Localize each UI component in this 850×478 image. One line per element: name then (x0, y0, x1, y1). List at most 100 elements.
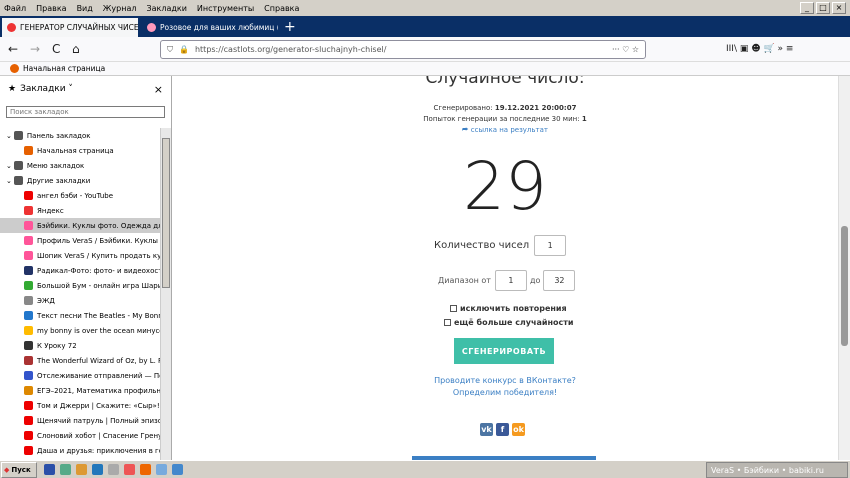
start-button[interactable]: ◆ Пуск (1, 462, 37, 478)
taskbar-window-title: VeraS • Бэйбики • babiki.ru (711, 465, 824, 475)
bookmark-label: The Wonderful Wizard of Oz, by L. Frank (37, 356, 160, 365)
bookmark-item[interactable]: Даша и друзья: приключения в город (0, 443, 160, 458)
bookmark-item[interactable]: ЭЖД (0, 293, 160, 308)
shield-icon[interactable]: ⛉ (167, 45, 173, 55)
bookmark-item[interactable]: Том и Джерри | Скажите: «Сыр»! | WB (0, 398, 160, 413)
generate-button[interactable]: СГЕНЕРИРОВАТЬ (454, 338, 554, 364)
tab-pink-dolls[interactable]: Розовое для ваших любимиц (П × (142, 18, 278, 37)
doll-icon (24, 221, 33, 230)
menu-item-6[interactable]: Справка (264, 4, 299, 13)
menu-icon (13, 161, 23, 170)
bookmark-item[interactable]: my bonny is over the ocean минусовка (0, 323, 160, 338)
quick-launch-icon[interactable] (92, 464, 103, 475)
quick-launch-icon[interactable] (60, 464, 71, 475)
tab-random-generator[interactable]: ГЕНЕРАТОР СЛУЧАЙНЫХ ЧИСЕЛ × (2, 18, 138, 37)
random-result: 29 (463, 148, 547, 225)
bookmark-item[interactable]: ⌄ Меню закладок (0, 158, 160, 173)
vk-icon[interactable]: vk (480, 423, 493, 436)
maximize-button[interactable]: □ (816, 2, 830, 14)
quick-launch-icon[interactable] (140, 464, 151, 475)
bookmark-item[interactable]: Шопик VeraS / Купить продать куклу / (0, 248, 160, 263)
reload-icon[interactable]: C (52, 42, 60, 56)
lock-icon[interactable]: 🔒 (179, 45, 189, 54)
bookmark-item[interactable]: Отслеживание отправлений — Почта (0, 368, 160, 383)
menu-item-3[interactable]: Журнал (103, 4, 137, 13)
exclude-repeats-row[interactable]: исключить повторения (450, 304, 567, 313)
quick-launch-icon[interactable] (172, 464, 183, 475)
count-input[interactable]: 1 (534, 235, 567, 256)
quick-launch-icon[interactable] (44, 464, 55, 475)
new-tab-icon[interactable]: + (284, 19, 296, 35)
result-link[interactable]: ⮫ ссылка на результат (172, 126, 838, 135)
quick-launch-icon[interactable] (124, 464, 135, 475)
firefox-icon (10, 64, 19, 73)
taskbar-browser-window[interactable]: VeraS • Бэйбики • babiki.ru (706, 462, 848, 478)
bookmark-item[interactable]: Начальная страница (0, 143, 160, 158)
bookmark-item[interactable]: Радикал-Фото: фото- и видеохостинг (0, 263, 160, 278)
menu-item-5[interactable]: Инструменты (197, 4, 254, 13)
bookmark-item[interactable]: Большой Бум - онлайн игра Шарики (0, 278, 160, 293)
menu-item-1[interactable]: Правка (36, 4, 66, 13)
url-bar[interactable]: ⛉ 🔒 https://castlots.org/generator-sluch… (160, 40, 646, 59)
bookmark-item[interactable]: К Уроку 72 (0, 338, 160, 353)
home-icon[interactable]: ⌂ (72, 42, 80, 56)
bookmark-label: Шопик VeraS / Купить продать куклу / (37, 251, 160, 260)
count-label: Количество чисел (434, 240, 530, 251)
expand-icon[interactable]: ⌄ (6, 162, 12, 170)
bookmark-label: Меню закладок (26, 161, 85, 170)
exclude-repeats-checkbox[interactable] (450, 305, 457, 312)
bookmark-item[interactable]: Бэйбики. Куклы фото. Одежда для кук (0, 218, 160, 233)
range-to-input[interactable]: 32 (543, 270, 576, 291)
bookmark-item[interactable]: Яндекс (0, 203, 160, 218)
close-window-button[interactable]: × (832, 2, 846, 14)
more-random-row[interactable]: ещё больше случайности (444, 318, 574, 327)
navigation-toolbar: ← → C ⌂ ⛉ 🔒 https://castlots.org/generat… (0, 37, 850, 62)
bookmark-item[interactable]: Профиль VeraS / Бэйбики. Куклы фото (0, 233, 160, 248)
bookmark-item[interactable]: Слоновий хобот | Спасение Гренучего (0, 428, 160, 443)
sidebar-scroll-thumb[interactable] (162, 138, 170, 288)
expand-icon[interactable]: ⌄ (6, 132, 12, 140)
facebook-icon[interactable]: f (496, 423, 509, 436)
back-arrow-icon[interactable]: ← (8, 42, 18, 56)
t-icon (24, 311, 33, 320)
ege-icon (24, 386, 33, 395)
close-sidebar-icon[interactable]: × (154, 83, 163, 96)
winner-link[interactable]: Определим победителя! (172, 388, 838, 397)
range-to-label: до (529, 276, 541, 285)
quick-launch-icon[interactable] (156, 464, 167, 475)
youtube-icon (24, 401, 33, 410)
contest-link[interactable]: Проводите конкурс в ВКонтакте? (172, 376, 838, 385)
forward-arrow-icon[interactable]: → (30, 42, 40, 56)
share-icon: ⮫ (462, 126, 469, 134)
bookmark-search-input[interactable]: Поиск закладок (6, 106, 165, 118)
page-scroll-thumb[interactable] (841, 226, 848, 346)
sidebar-header: ★ Закладки ˅ × (0, 76, 171, 102)
bookmark-item[interactable]: Щенячий патруль | Полный эпизод | (0, 413, 160, 428)
bookmark-item[interactable]: The Wonderful Wizard of Oz, by L. Frank (0, 353, 160, 368)
page-scrollbar[interactable] (838, 76, 850, 460)
minimize-button[interactable]: _ (800, 2, 814, 14)
bookmark-label: my bonny is over the ocean минусовка (37, 326, 160, 335)
toolbar-right-icons[interactable]: III\ ▣ ☻ 🛒 » ≡ (726, 44, 793, 54)
bookmark-label: Панель закладок (26, 131, 91, 140)
more-random-checkbox[interactable] (444, 319, 451, 326)
bookmark-item[interactable]: Текст песни The Beatles - My Bonny Is (0, 308, 160, 323)
odnoklassniki-icon[interactable]: ok (512, 423, 525, 436)
sidebar-title[interactable]: Закладки ˅ (20, 84, 73, 94)
bookmark-item[interactable]: ЕГЭ–2021, Математика профильного у (0, 383, 160, 398)
menu-item-2[interactable]: Вид (77, 4, 93, 13)
range-from-input[interactable]: 1 (494, 270, 527, 291)
book-icon (24, 356, 33, 365)
bookmark-item[interactable]: ⌄ Другие закладки (0, 173, 160, 188)
bookmark-item[interactable]: ⌄ Панель закладок (0, 128, 160, 143)
expand-icon[interactable]: ⌄ (6, 177, 12, 185)
quick-launch-icon[interactable] (108, 464, 119, 475)
quick-launch-icon[interactable] (76, 464, 87, 475)
generated-label: Сгенерировано: (433, 104, 493, 112)
bookmark-home[interactable]: Начальная страница (23, 64, 105, 73)
sidebar-scrollbar[interactable] (160, 128, 171, 460)
menu-item-0[interactable]: Файл (4, 4, 26, 13)
menu-item-4[interactable]: Закладки (146, 4, 186, 13)
page-actions-icon[interactable]: ··· ♡ ☆ (612, 45, 639, 54)
bookmark-item[interactable]: ангел бэби - YouTube (0, 188, 160, 203)
